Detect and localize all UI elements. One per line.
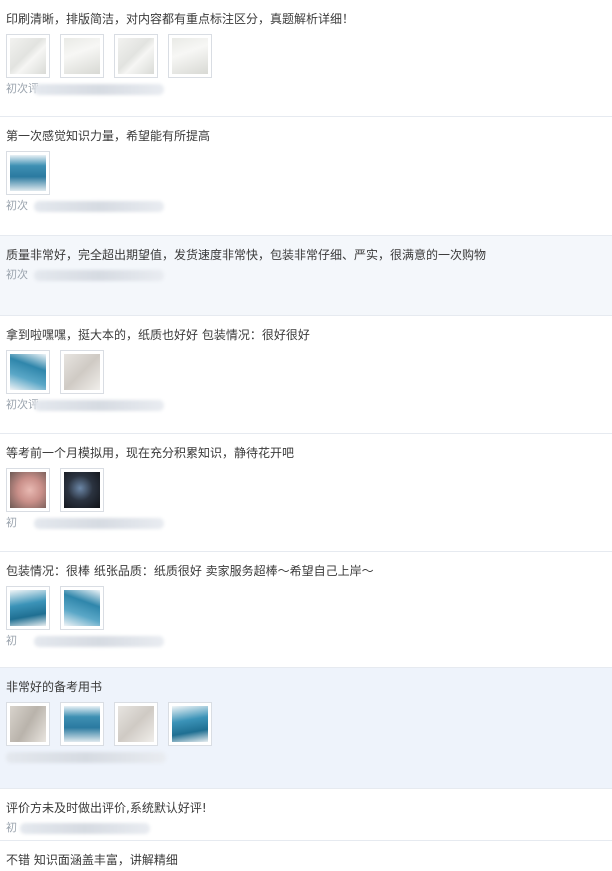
review-meta: 初 bbox=[6, 633, 600, 649]
review-image-thumbnail[interactable] bbox=[6, 702, 50, 746]
review-meta-label: 初次 bbox=[6, 199, 28, 212]
review-list: 印刷清晰，排版简洁，对内容都有重点标注区分，真题解析详细！ 初次评 第一次感觉知… bbox=[0, 0, 612, 871]
review-images bbox=[6, 151, 600, 195]
review-image-thumbnail[interactable] bbox=[60, 468, 104, 512]
review-meta: 初次评 bbox=[6, 81, 600, 97]
blurred-timestamp bbox=[34, 84, 164, 95]
blurred-timestamp bbox=[20, 823, 150, 834]
review-image-thumbnail[interactable] bbox=[60, 702, 104, 746]
review-text: 包装情况：很棒 纸张品质：纸质很好 卖家服务超棒～希望自己上岸～ bbox=[6, 564, 374, 578]
blurred-timestamp bbox=[6, 752, 166, 763]
review-text: 等考前一个月模拟用，现在充分积累知识，静待花开吧 bbox=[6, 446, 295, 460]
review-meta-label: 初 bbox=[6, 516, 17, 529]
blurred-timestamp bbox=[34, 270, 164, 281]
review-meta-label: 初 bbox=[6, 634, 17, 647]
review-image-thumbnail[interactable] bbox=[6, 468, 50, 512]
review-image-thumbnail[interactable] bbox=[6, 586, 50, 630]
review-image-thumbnail[interactable] bbox=[60, 350, 104, 394]
review-meta-label: 初 bbox=[6, 821, 17, 834]
review-item: 等考前一个月模拟用，现在充分积累知识，静待花开吧 初 bbox=[0, 434, 612, 552]
review-image-thumbnail[interactable] bbox=[168, 34, 212, 78]
review-text: 评价方未及时做出评价,系统默认好评! bbox=[6, 801, 207, 815]
review-image-thumbnail[interactable] bbox=[168, 702, 212, 746]
review-image-thumbnail[interactable] bbox=[6, 350, 50, 394]
review-meta bbox=[6, 749, 600, 765]
review-meta: 初 bbox=[6, 515, 600, 531]
review-images bbox=[6, 34, 600, 78]
review-image-thumbnail[interactable] bbox=[6, 34, 50, 78]
review-item: 第一次感觉知识力量，希望能有所提高 初次 bbox=[0, 117, 612, 236]
blurred-timestamp bbox=[34, 201, 164, 212]
review-meta: 初次 bbox=[6, 198, 600, 214]
review-item: 质量非常好，完全超出期望值，发货速度非常快，包装非常仔细、严实，很满意的一次购物… bbox=[0, 236, 612, 316]
review-image-thumbnail[interactable] bbox=[60, 34, 104, 78]
review-item: 不错 知识面涵盖丰富，讲解精细 bbox=[0, 841, 612, 871]
review-images bbox=[6, 702, 600, 746]
review-meta-label: 初次 bbox=[6, 268, 28, 281]
review-images bbox=[6, 468, 600, 512]
review-image-thumbnail[interactable] bbox=[114, 34, 158, 78]
blurred-timestamp bbox=[34, 636, 164, 647]
review-images bbox=[6, 350, 600, 394]
review-text: 印刷清晰，排版简洁，对内容都有重点标注区分，真题解析详细！ bbox=[6, 12, 355, 26]
review-item: 包装情况：很棒 纸张品质：纸质很好 卖家服务超棒～希望自己上岸～ 初 bbox=[0, 552, 612, 668]
review-meta: 初次评 bbox=[6, 397, 600, 413]
review-text: 质量非常好，完全超出期望值，发货速度非常快，包装非常仔细、严实，很满意的一次购物 bbox=[6, 248, 487, 262]
review-image-thumbnail[interactable] bbox=[6, 151, 50, 195]
review-image-thumbnail[interactable] bbox=[114, 702, 158, 746]
review-text: 第一次感觉知识力量，希望能有所提高 bbox=[6, 129, 211, 143]
review-item: 拿到啦嘿嘿，挺大本的，纸质也好好 包装情况：很好很好 初次评 bbox=[0, 316, 612, 434]
review-text: 非常好的备考用书 bbox=[6, 680, 103, 694]
review-text: 不错 知识面涵盖丰富，讲解精细 bbox=[6, 853, 178, 867]
review-item: 印刷清晰，排版简洁，对内容都有重点标注区分，真题解析详细！ 初次评 bbox=[0, 0, 612, 117]
review-item: 非常好的备考用书 bbox=[0, 668, 612, 789]
review-meta: 初 bbox=[6, 820, 600, 836]
blurred-timestamp bbox=[34, 400, 164, 411]
blurred-timestamp bbox=[34, 518, 164, 529]
review-image-thumbnail[interactable] bbox=[60, 586, 104, 630]
review-meta: 初次 bbox=[6, 267, 600, 283]
review-images bbox=[6, 586, 600, 630]
review-item: 评价方未及时做出评价,系统默认好评! 初 bbox=[0, 789, 612, 841]
review-text: 拿到啦嘿嘿，挺大本的，纸质也好好 包装情况：很好很好 bbox=[6, 328, 310, 342]
